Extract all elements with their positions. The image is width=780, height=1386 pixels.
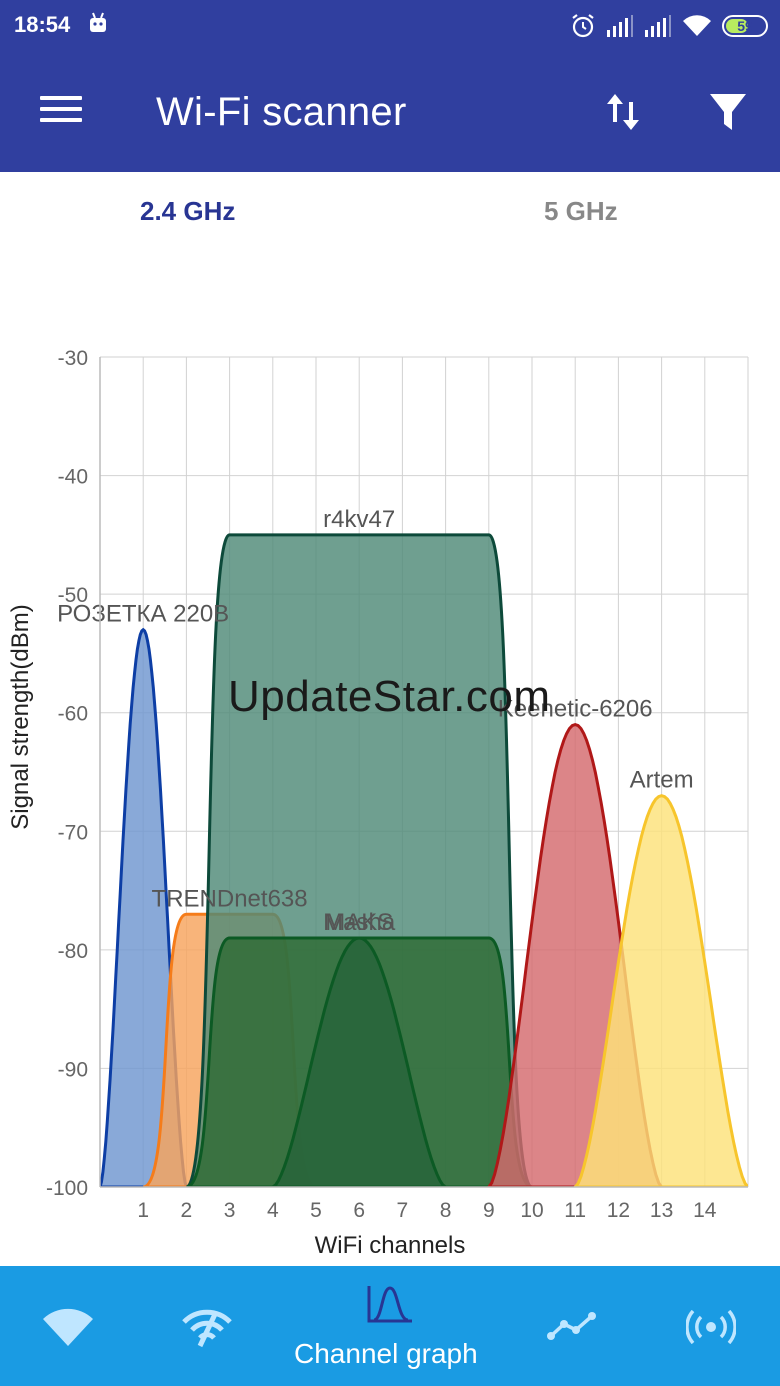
series-label: r4kv47 [323, 506, 395, 533]
channel-chart-svg: РОЗЕТКА 220ВTRENDnet638r4kv47MAKSMashaKe… [7, 347, 749, 1259]
app-bar: Wi-Fi scanner [0, 52, 780, 172]
y-tick-label: -100 [46, 1177, 88, 1200]
status-bar: 18:54 59 [0, 0, 780, 52]
channel-graph-icon[interactable] [366, 1284, 414, 1324]
battery-icon: 59 [722, 15, 768, 37]
y-tick-label: -30 [58, 347, 88, 370]
android-icon [90, 12, 106, 32]
alarm-icon [572, 14, 594, 38]
x-tick-label: 10 [520, 1199, 543, 1222]
bottom-nav: Channel graph [0, 1266, 780, 1386]
x-tick-label: 7 [397, 1199, 409, 1222]
x-tick-label: 6 [353, 1199, 365, 1222]
wifi-icon[interactable] [40, 1306, 96, 1350]
series-label: TRENDnet638 [152, 885, 308, 912]
x-tick-label: 14 [693, 1199, 717, 1222]
app-title: Wi-Fi scanner [156, 90, 407, 134]
y-tick-label: -70 [58, 821, 88, 844]
y-tick-label: -60 [58, 703, 88, 726]
signal-icon [607, 15, 633, 37]
series-label: Artem [630, 767, 694, 794]
tab-2-4-ghz[interactable]: 2.4 GHz [140, 196, 235, 227]
wifi-icon [683, 15, 711, 37]
time-graph-icon[interactable] [546, 1310, 598, 1342]
x-tick-label: 1 [137, 1199, 149, 1222]
y-axis-label: Signal strength(dBm) [7, 604, 34, 829]
series-label: Masha [323, 909, 396, 936]
nav-label-channel-graph: Channel graph [294, 1338, 478, 1369]
menu-icon[interactable] [40, 96, 82, 126]
x-tick-label: 3 [224, 1199, 236, 1222]
status-time: 18:54 [14, 12, 71, 37]
y-tick-label: -40 [58, 466, 88, 489]
signal-icon [645, 15, 671, 37]
wifi-rating-icon[interactable] [180, 1306, 234, 1350]
channel-chart: РОЗЕТКА 220В TRENDnet638 r4kv47 MAKS Masha Ke… [0, 330, 780, 1266]
x-tick-label: 12 [607, 1199, 630, 1222]
x-tick-label: 4 [267, 1199, 279, 1222]
x-tick-label: 13 [650, 1199, 673, 1222]
x-tick-label: 8 [440, 1199, 452, 1222]
x-tick-label: 2 [181, 1199, 193, 1222]
filter-icon[interactable] [708, 90, 748, 134]
battery-level: 59 [737, 18, 753, 34]
x-tick-label: 11 [564, 1199, 586, 1222]
access-point-icon[interactable] [686, 1310, 736, 1344]
sort-icon[interactable] [604, 90, 644, 134]
x-tick-label: 9 [483, 1199, 495, 1222]
band-tabs: 2.4 GHz 5 GHz [0, 172, 780, 252]
x-axis-label: WiFi channels [315, 1232, 466, 1259]
y-tick-label: -90 [58, 1058, 88, 1081]
watermark: UpdateStar.com [228, 672, 551, 721]
tab-5-ghz[interactable]: 5 GHz [544, 196, 618, 227]
x-tick-label: 5 [310, 1199, 322, 1222]
y-tick-label: -50 [58, 584, 88, 607]
y-tick-label: -80 [58, 940, 88, 963]
